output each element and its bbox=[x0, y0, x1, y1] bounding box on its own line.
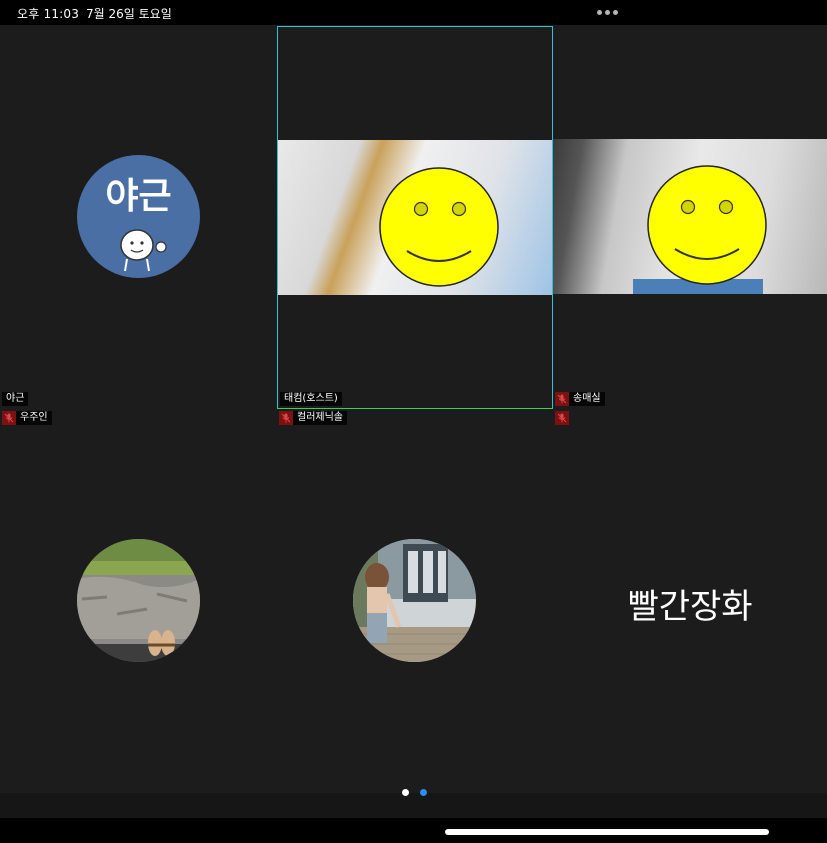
smiley-face-icon bbox=[647, 165, 767, 285]
page-dot-2-active[interactable] bbox=[420, 789, 427, 796]
status-time: 오후 11:03 bbox=[17, 7, 80, 21]
landscape-feet-photo bbox=[77, 539, 200, 662]
participant-tile-yageun[interactable]: 야근 bbox=[0, 25, 276, 409]
participant-tile-redboots[interactable]: 빨간장화 bbox=[553, 430, 827, 790]
video-feed bbox=[553, 139, 827, 294]
avatar-text: 야근 bbox=[105, 176, 172, 217]
participant-tile-colorgenicsol[interactable] bbox=[277, 430, 551, 790]
avatar-text: 빨간장화 bbox=[627, 587, 753, 627]
participant-name: 태컴(호스트) bbox=[280, 392, 342, 406]
participant-name: 송매실 bbox=[569, 392, 605, 406]
participant-tile-songmaesil[interactable] bbox=[553, 25, 827, 409]
smiley-face-icon bbox=[379, 167, 499, 287]
person-walking-photo bbox=[353, 539, 476, 662]
cartoon-thumbs-up-icon bbox=[120, 229, 167, 272]
muted-mic-icon bbox=[2, 411, 16, 425]
more-options-icon[interactable] bbox=[597, 10, 618, 15]
participant-name: 우주인 bbox=[16, 411, 52, 425]
home-indicator[interactable] bbox=[445, 829, 769, 835]
participant-tile-host[interactable] bbox=[277, 26, 553, 409]
status-date: 7월 26일 토요일 bbox=[86, 7, 172, 21]
muted-mic-icon bbox=[279, 411, 293, 425]
pagination-bar bbox=[0, 793, 827, 818]
page-dot-1[interactable] bbox=[402, 789, 409, 796]
muted-mic-icon bbox=[555, 392, 569, 406]
muted-mic-icon bbox=[555, 411, 569, 425]
status-bar: 오후 11:03 7월 26일 토요일 bbox=[0, 0, 827, 25]
participant-tile-ujuin[interactable] bbox=[0, 430, 276, 790]
avatar: 야근 bbox=[77, 155, 200, 278]
participant-name: 컬러제닉솔 bbox=[293, 411, 347, 425]
participant-name: 야근 bbox=[2, 392, 29, 406]
video-feed bbox=[278, 140, 552, 295]
